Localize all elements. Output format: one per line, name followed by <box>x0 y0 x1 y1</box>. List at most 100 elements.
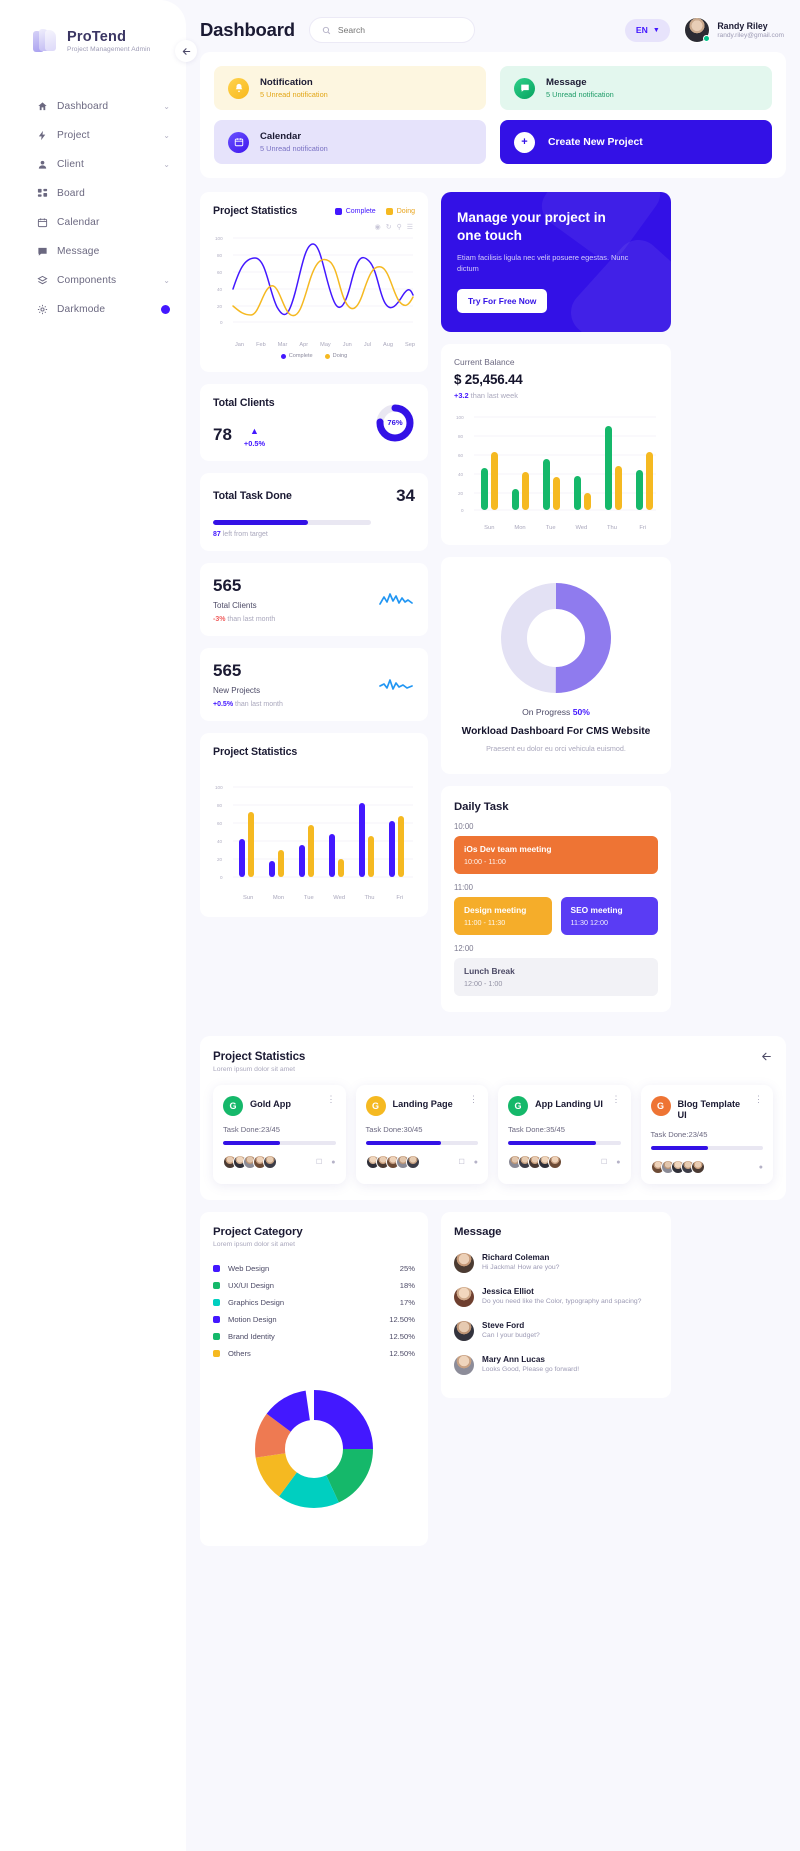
workload-title: Workload Dashboard For CMS Website <box>461 725 651 737</box>
mini-stat-delta: +0.5% than last month <box>213 701 283 708</box>
list-item[interactable]: Mary Ann Lucas Looks Good, Please go for… <box>454 1348 658 1382</box>
svg-text:0: 0 <box>220 875 223 880</box>
create-new-project-button[interactable]: + Create New Project <box>500 120 772 164</box>
project-card[interactable]: G Blog Template UI ⋮ Task Done:23/45 ● <box>640 1085 773 1185</box>
svg-text:100: 100 <box>456 415 464 420</box>
chat-icon <box>514 77 535 99</box>
svg-text:40: 40 <box>217 287 223 292</box>
legend-complete-bottom: Complete <box>280 353 313 359</box>
workload-progress: On Progress 50% <box>522 706 590 717</box>
bell-icon <box>228 77 249 99</box>
try-for-free-button[interactable]: Try For Free Now <box>457 288 548 313</box>
project-card[interactable]: G Gold App ⋮ Task Done:23/45 ☐ ● <box>213 1085 346 1185</box>
refresh-icon[interactable]: ↻ <box>386 223 392 231</box>
avatar-group <box>650 1160 705 1175</box>
sidebar-item-client[interactable]: Client ⌄ <box>0 150 186 179</box>
list-item[interactable]: Steve Ford Can I your budget? <box>454 1314 658 1348</box>
legend-doing-bottom: Doing <box>324 353 347 359</box>
total-clients-value: 78 <box>213 424 232 444</box>
language-selector[interactable]: EN ▼ <box>625 18 671 42</box>
project-progress-track <box>508 1141 621 1145</box>
category-row: Web Design 25% <box>213 1260 415 1277</box>
project-badge: G <box>650 1096 671 1116</box>
project-badge: G <box>223 1096 243 1116</box>
sidebar-item-dashboard[interactable]: Dashboard ⌄ <box>0 92 186 121</box>
attachment-icon[interactable]: ☐ <box>458 1158 464 1166</box>
progress-fill <box>213 520 308 525</box>
task-item[interactable]: SEO meeting 11:30 12:00 <box>560 897 658 935</box>
sidebar-item-components[interactable]: Components ⌄ <box>0 266 186 295</box>
card-title: Daily Task <box>454 801 509 813</box>
project-card-list: G Gold App ⋮ Task Done:23/45 ☐ ● G Landi… <box>213 1085 773 1185</box>
chart-tools[interactable]: ◉ ↻ ⚲ ☰ <box>213 223 413 231</box>
total-clients-ring: 76% <box>375 403 415 443</box>
project-card[interactable]: G App Landing UI ⋮ Task Done:35/45 ☐ ● <box>498 1085 631 1185</box>
status-badge <box>703 35 711 42</box>
sidebar-item-darkmode[interactable]: Darkmode <box>0 295 186 324</box>
arrow-left-icon[interactable] <box>760 1050 773 1066</box>
kebab-icon[interactable]: ⋮ <box>754 1094 763 1103</box>
card-title: Total Task Done <box>213 490 292 502</box>
layers-icon <box>36 275 48 286</box>
workload-subtitle: Praesent eu dolor eu orci vehicula euism… <box>486 743 626 753</box>
total-clients-delta: +0.5% <box>243 439 266 448</box>
project-badge: G <box>365 1096 386 1116</box>
widget-title: Message <box>546 77 587 88</box>
brand[interactable]: ProTend Project Management Admin <box>0 0 186 54</box>
widget-calendar[interactable]: Calendar 5 Unread notification <box>214 120 486 164</box>
widget-message[interactable]: Message 5 Unread notification <box>500 66 772 110</box>
svg-text:80: 80 <box>458 434 464 439</box>
chart-legend: Complete Doing <box>334 207 415 215</box>
search-box[interactable] <box>308 17 475 43</box>
eye-icon[interactable]: ◉ <box>375 223 381 231</box>
sidebar-item-calendar[interactable]: Calendar <box>0 208 186 237</box>
user-name: Randy Riley <box>717 21 768 31</box>
language-label: EN <box>635 25 648 35</box>
chevron-down-icon: ⌄ <box>163 131 170 140</box>
project-card[interactable]: G Landing Page ⋮ Task Done:30/45 ☐ ● <box>355 1085 488 1185</box>
more-icon[interactable]: ● <box>616 1159 620 1166</box>
user-menu[interactable]: Randy Riley randy.riley@gmail.com <box>684 17 784 43</box>
left-column: Project Statistics Complete Doing ◉ ↻ ⚲ … <box>200 192 428 929</box>
category-row: Graphics Design 17% <box>213 1294 415 1311</box>
sidebar-item-project[interactable]: Project ⌄ <box>0 121 186 150</box>
zoom-in-icon[interactable]: ⚲ <box>397 223 402 231</box>
task-name: Design meeting <box>464 905 527 915</box>
widget-notification[interactable]: Notification 5 Unread notification <box>214 66 486 110</box>
search-icon <box>322 26 331 35</box>
more-icon[interactable]: ● <box>474 1159 478 1166</box>
widget-title: Calendar <box>260 131 302 142</box>
search-input[interactable] <box>337 25 462 35</box>
mini-stat-value: 565 <box>213 661 242 680</box>
task-item[interactable]: iOs Dev team meeting 10:00 - 11:00 <box>454 836 658 874</box>
sidebar-item-board[interactable]: Board <box>0 179 186 208</box>
user-icon <box>36 159 48 170</box>
message-sender: Mary Ann Lucas <box>482 1355 545 1365</box>
sidebar-collapse-button[interactable] <box>175 40 197 62</box>
more-icon[interactable]: ● <box>331 1159 335 1166</box>
attachment-icon[interactable]: ☐ <box>601 1158 607 1166</box>
task-time-label: 12:00 <box>454 944 474 953</box>
task-item[interactable]: Design meeting 11:00 - 11:30 <box>454 897 552 935</box>
attachment-icon[interactable]: ☐ <box>316 1158 322 1166</box>
avatar <box>454 1253 474 1274</box>
project-name: Landing Page <box>392 1099 453 1109</box>
kebab-icon[interactable]: ⋮ <box>327 1094 336 1103</box>
list-item[interactable]: Richard Coleman Hi Jackma! How are you? <box>454 1246 658 1280</box>
x-axis-labels: Jan Feb Mar Apr May Jun Jul Aug Sep <box>235 342 415 348</box>
sidebar-nav: Dashboard ⌄ Project ⌄ Client ⌄ Board Cal… <box>0 92 186 324</box>
page-title: Dashboard <box>200 19 295 40</box>
sidebar-item-label: Darkmode <box>57 304 106 315</box>
kebab-icon[interactable]: ⋮ <box>469 1094 478 1103</box>
sidebar-item-message[interactable]: Message <box>0 237 186 266</box>
task-item[interactable]: Lunch Break 12:00 - 1:00 <box>454 958 658 996</box>
svg-text:40: 40 <box>458 472 464 477</box>
darkmode-toggle[interactable] <box>161 305 170 314</box>
kebab-icon[interactable]: ⋮ <box>612 1094 621 1103</box>
widget-subtitle: 5 Unread notification <box>546 90 614 99</box>
menu-icon[interactable]: ☰ <box>407 223 413 231</box>
chat-icon <box>36 246 48 257</box>
more-icon[interactable]: ● <box>759 1164 763 1171</box>
chart-legend-bottom: Complete Doing <box>213 353 415 359</box>
list-item[interactable]: Jessica Elliot Do you need like the Colo… <box>454 1280 658 1314</box>
